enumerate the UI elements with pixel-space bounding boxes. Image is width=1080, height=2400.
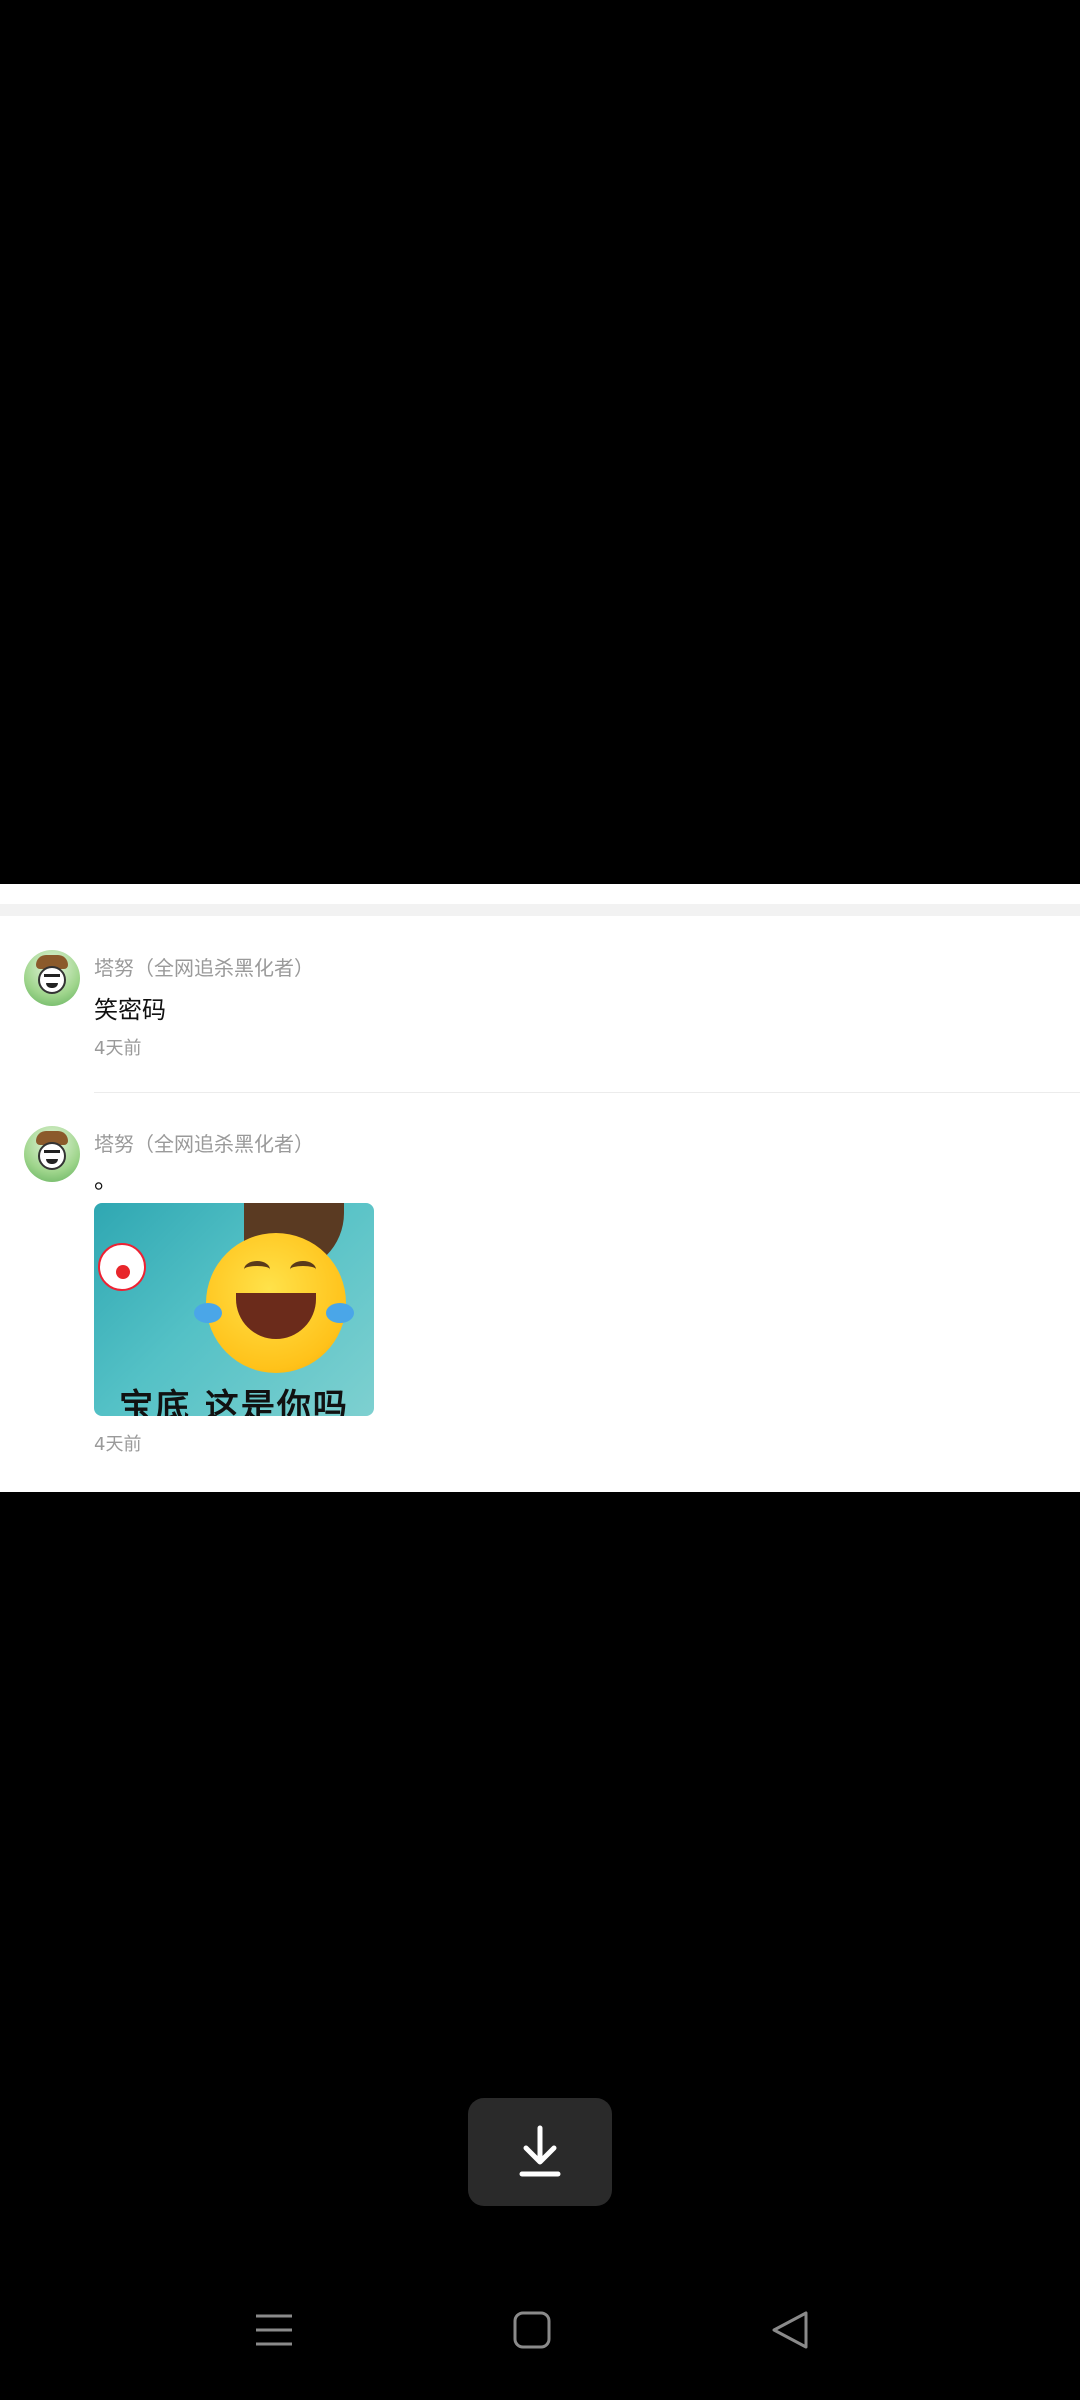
comment-text: 笑密码 <box>94 996 166 1024</box>
comment-username[interactable]: 塔努（全网追杀黑化者） <box>94 952 314 981</box>
sticker-caption: 宝底 这是你吗 <box>119 1387 349 1416</box>
emoji-eye-left <box>244 1261 270 1278</box>
separator-band <box>0 904 1080 916</box>
download-icon <box>519 2125 561 2177</box>
home-square-icon <box>513 2311 551 2349</box>
comment-username[interactable]: 塔努（全网追杀黑化者） <box>94 1128 314 1157</box>
comment-time: 4天前 <box>94 1434 142 1455</box>
comment-divider <box>94 1092 1080 1093</box>
system-nav-bar <box>0 2290 1080 2370</box>
eyes-shape <box>44 1150 60 1157</box>
eyes-shape <box>44 974 60 981</box>
nav-back-button[interactable] <box>750 2290 830 2370</box>
user-avatar[interactable] <box>24 1126 80 1182</box>
tear-drop-left <box>194 1303 222 1323</box>
comment-time: 4天前 <box>94 1038 142 1059</box>
user-avatar[interactable] <box>24 950 80 1006</box>
emoji-eye-right <box>290 1261 316 1278</box>
back-triangle-icon <box>772 2311 808 2349</box>
nav-home-button[interactable] <box>492 2290 572 2370</box>
comments-card: 塔努（全网追杀黑化者） 笑密码 4天前 塔努（全网追杀黑化者） 。 宝底 这是你… <box>0 884 1080 1492</box>
tear-drop-right <box>326 1303 354 1323</box>
download-button[interactable] <box>468 2098 612 2206</box>
laughing-emoji-sticker[interactable]: 宝底 这是你吗 <box>94 1203 374 1416</box>
nav-menu-button[interactable] <box>234 2290 314 2370</box>
clown-nose-shape <box>116 1265 130 1279</box>
menu-icon <box>256 2314 292 2346</box>
comment-text: 。 <box>94 1166 118 1194</box>
